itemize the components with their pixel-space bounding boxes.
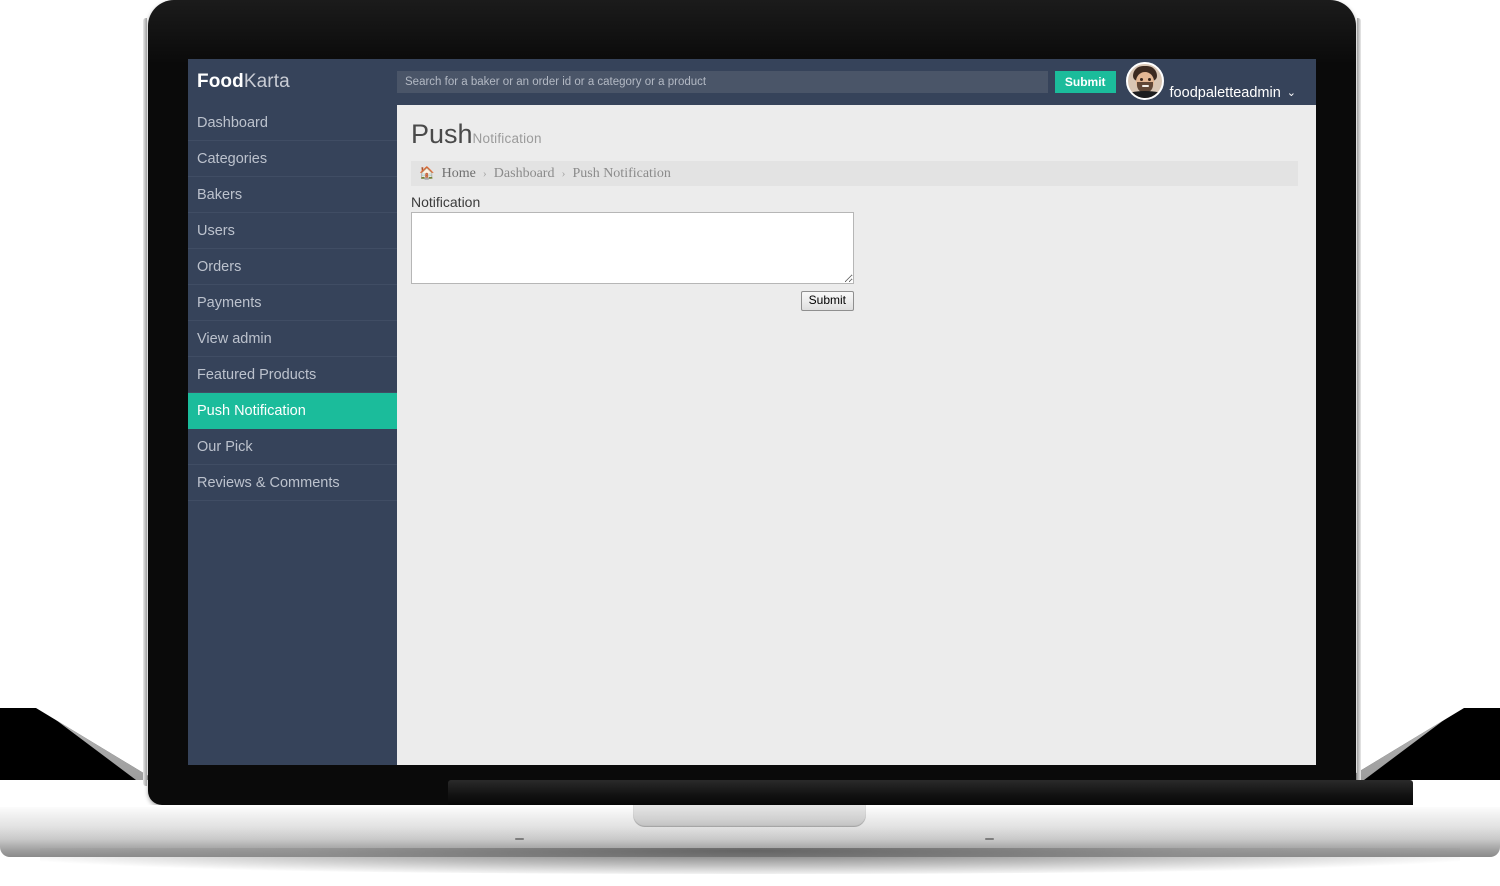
notification-field-label: Notification: [411, 194, 481, 210]
laptop-screen: FoodKarta Submit: [188, 59, 1316, 765]
chevron-down-icon: ⌄: [1286, 87, 1296, 99]
lid-edge-right: [1357, 18, 1361, 786]
sidebar-item-our-pick[interactable]: Our Pick: [188, 429, 397, 465]
sidebar-item-label: Categories: [197, 150, 268, 167]
sidebar-item-label: View admin: [197, 330, 272, 347]
notification-textarea[interactable]: [411, 212, 854, 284]
sidebar-item-reviews-comments[interactable]: Reviews & Comments: [188, 465, 397, 501]
page-title-main: Push: [411, 119, 473, 149]
base-shadow: [40, 848, 1460, 874]
brand-logo[interactable]: FoodKarta: [188, 71, 397, 93]
sidebar-item-categories[interactable]: Categories: [188, 141, 397, 177]
user-menu[interactable]: foodpaletteadmin ⌄: [1125, 59, 1316, 105]
breadcrumb: 🏠 Home › Dashboard › Push Notification: [411, 161, 1298, 186]
breadcrumb-separator: ›: [482, 166, 487, 180]
username-label: foodpaletteadmin: [1169, 84, 1281, 101]
sidebar-item-label: Dashboard: [197, 114, 268, 131]
top-bar: FoodKarta Submit: [188, 59, 1316, 105]
sidebar-item-label: Bakers: [197, 186, 243, 203]
search-bar: Submit: [397, 71, 1126, 93]
base-foot-dot: [985, 838, 994, 840]
breadcrumb-separator: ›: [561, 166, 566, 180]
search-input[interactable]: [397, 71, 1048, 93]
sidebar-item-label: Orders: [197, 258, 242, 275]
sidebar-item-dashboard[interactable]: Dashboard: [188, 105, 397, 141]
notification-submit-button[interactable]: Submit: [800, 291, 854, 311]
sidebar-item-orders[interactable]: Orders: [188, 249, 397, 285]
base-notch: [633, 805, 866, 827]
breadcrumb-item-dashboard[interactable]: Dashboard: [494, 166, 555, 182]
sidebar-item-bakers[interactable]: Bakers: [188, 177, 397, 213]
sidebar-item-label: Featured Products: [197, 366, 317, 383]
page-title: PushNotification: [411, 121, 1298, 148]
base-foot-dot: [515, 838, 524, 840]
app-body: Dashboard Categories Bakers Users Orders: [188, 105, 1316, 765]
brand-logo-strong: Food: [197, 71, 244, 92]
sidebar-item-label: Payments: [197, 294, 262, 311]
sidebar-item-users[interactable]: Users: [188, 213, 397, 249]
laptop-hinge: [448, 780, 1413, 806]
admin-app: FoodKarta Submit: [188, 59, 1316, 765]
sidebar-item-label: Users: [197, 222, 235, 239]
breadcrumb-item-push-notification: Push Notification: [572, 165, 671, 181]
form-actions: Submit: [411, 291, 854, 311]
laptop-mockup: FoodKarta Submit: [0, 0, 1500, 886]
mockup-left-wedge: [0, 708, 155, 780]
sidebar-item-view-admin[interactable]: View admin: [188, 321, 397, 357]
sidebar-item-label: Our Pick: [197, 438, 253, 455]
main-content: PushNotification 🏠 Home › Dashboard › Pu…: [397, 105, 1316, 765]
sidebar: Dashboard Categories Bakers Users Orders: [188, 105, 397, 765]
sidebar-item-featured-products[interactable]: Featured Products: [188, 357, 397, 393]
sidebar-item-label: Reviews & Comments: [197, 474, 340, 491]
sidebar-item-label: Push Notification: [197, 402, 306, 419]
avatar: [1125, 62, 1164, 100]
breadcrumb-item-home[interactable]: Home: [442, 166, 476, 182]
brand-logo-light: Karta: [243, 71, 290, 92]
page-title-sub: Notification: [472, 131, 542, 146]
sidebar-item-push-notification[interactable]: Push Notification: [188, 393, 397, 429]
sidebar-item-payments[interactable]: Payments: [188, 285, 397, 321]
lid-edge-left: [143, 18, 147, 786]
laptop-lid: FoodKarta Submit: [143, 0, 1413, 806]
search-submit-button[interactable]: Submit: [1054, 71, 1116, 93]
home-icon: 🏠: [419, 166, 435, 181]
